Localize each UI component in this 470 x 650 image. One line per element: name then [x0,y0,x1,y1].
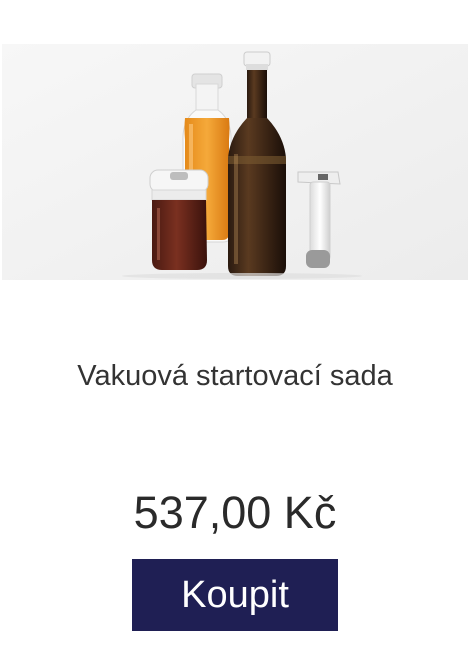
jam-jar [149,169,209,270]
product-price: 537,00 Kč [133,487,337,538]
product-photo-illustration [2,44,468,280]
product-image[interactable] [2,44,468,280]
buy-button[interactable]: Koupit [132,559,338,631]
product-name[interactable]: Vakuová startovací sada [0,357,470,395]
product-card: Vakuová startovací sada 537,00 Kč Koupit [0,0,470,650]
